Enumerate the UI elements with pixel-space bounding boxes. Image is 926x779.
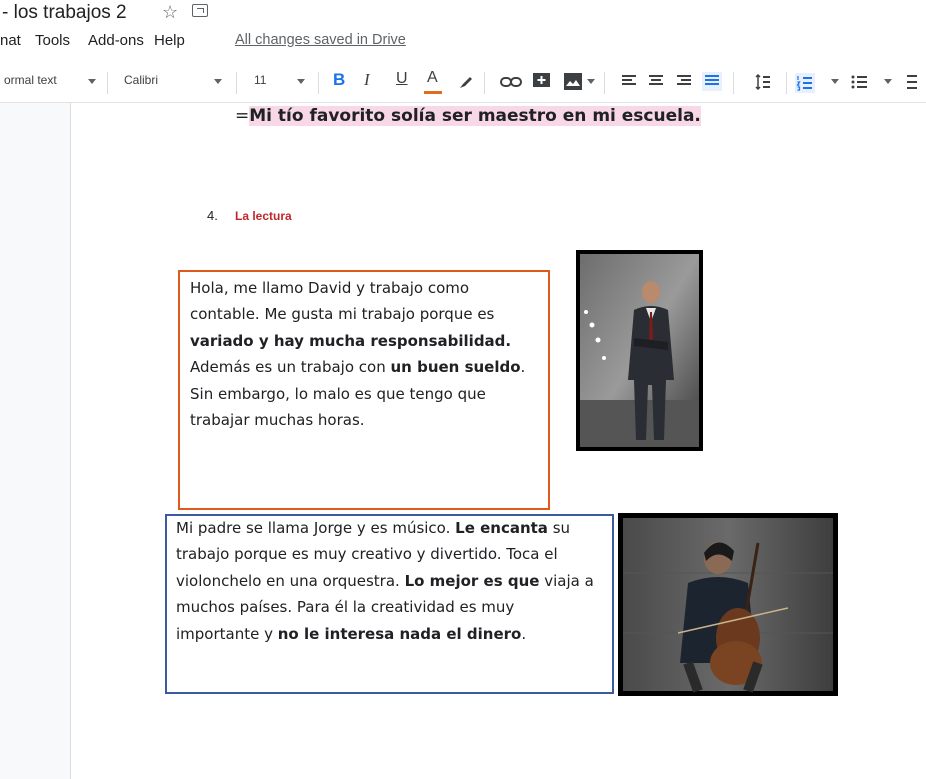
paragraph-jorge: Mi padre se llama Jorge y es músico. Le …: [176, 515, 601, 647]
highlight-text: Mi tío favorito solía ser maestro en mi …: [249, 106, 701, 126]
menu-bar: nat Tools Add-ons Help All changes saved…: [0, 31, 926, 53]
document-title[interactable]: - los trabajos 2: [2, 2, 127, 24]
para-text: Mi padre se llama Jorge y es músico.: [176, 519, 456, 537]
bulleted-list-icon[interactable]: [851, 75, 867, 89]
link-icon[interactable]: [500, 76, 522, 88]
align-right-icon[interactable]: [677, 75, 691, 88]
cellist-image: [623, 518, 833, 693]
chevron-down-icon[interactable]: [831, 79, 839, 84]
text-color-button[interactable]: A: [427, 69, 438, 87]
menu-format[interactable]: nat: [0, 32, 21, 49]
checklist-icon[interactable]: [905, 74, 919, 90]
list-item-lectura: La lectura: [235, 209, 292, 223]
highlight-pen-icon[interactable]: [457, 73, 475, 91]
star-icon[interactable]: ☆: [162, 2, 178, 23]
menu-tools[interactable]: Tools: [35, 32, 70, 49]
menu-addons[interactable]: Add-ons: [88, 32, 144, 49]
para-bold: Le encanta: [455, 519, 548, 537]
bold-button[interactable]: B: [333, 70, 345, 90]
para-bold: variado y hay mucha responsabilidad.: [190, 331, 512, 350]
toolbar-divider: [236, 72, 237, 94]
list-number: 4.: [207, 208, 218, 223]
para-bold: un buen sueldo: [390, 358, 521, 377]
paragraph-david: Hola, me llamo David y trabajo como cont…: [190, 275, 540, 433]
text-color-indicator: [424, 91, 442, 94]
photo-businessman[interactable]: [576, 250, 703, 451]
toolbar-divider: [107, 72, 108, 94]
toolbar-divider: [484, 72, 485, 94]
title-bar: - los trabajos 2 ☆: [0, 0, 926, 28]
menu-help[interactable]: Help: [154, 32, 185, 49]
businessman-image: [580, 254, 699, 447]
font-select[interactable]: Calibri: [124, 73, 158, 87]
chevron-down-icon[interactable]: [587, 79, 595, 84]
toolbar-divider: [604, 72, 605, 94]
italic-button[interactable]: I: [364, 70, 370, 90]
toolbar-divider: [733, 72, 734, 94]
numbered-list-icon[interactable]: [795, 73, 815, 93]
saved-status-link[interactable]: All changes saved in Drive: [235, 32, 406, 48]
chevron-down-icon[interactable]: [214, 79, 222, 84]
photo-cellist[interactable]: [618, 513, 838, 696]
para-bold: Lo mejor es que: [404, 571, 540, 590]
para-text: .: [521, 624, 527, 643]
insert-image-icon[interactable]: [564, 73, 582, 90]
move-to-folder-icon[interactable]: [192, 4, 208, 17]
line-prefix: =: [235, 106, 250, 126]
toolbar-divider: [318, 72, 319, 94]
justify-icon[interactable]: [702, 72, 722, 91]
style-select[interactable]: ormal text: [4, 73, 57, 87]
align-left-icon[interactable]: [622, 75, 636, 88]
underline-button[interactable]: U: [396, 70, 408, 88]
line-spacing-icon[interactable]: [755, 74, 771, 90]
toolbar-divider: [786, 72, 787, 94]
align-center-icon[interactable]: [649, 75, 663, 88]
chevron-down-icon[interactable]: [297, 79, 305, 84]
highlighted-sentence: =Mi tío favorito solía ser maestro en mi…: [235, 106, 701, 126]
toolbar: ormal text Calibri 11 B I U A: [0, 64, 926, 103]
para-bold: no le interesa nada el dinero: [277, 624, 522, 643]
add-comment-icon[interactable]: [533, 73, 550, 90]
chevron-down-icon[interactable]: [88, 79, 96, 84]
chevron-down-icon[interactable]: [884, 79, 892, 84]
para-text: Además es un trabajo con: [190, 358, 391, 377]
left-gutter: [0, 103, 71, 779]
para-text: Hola, me llamo David y trabajo como cont…: [190, 279, 495, 324]
font-size-select[interactable]: 11: [254, 73, 266, 87]
